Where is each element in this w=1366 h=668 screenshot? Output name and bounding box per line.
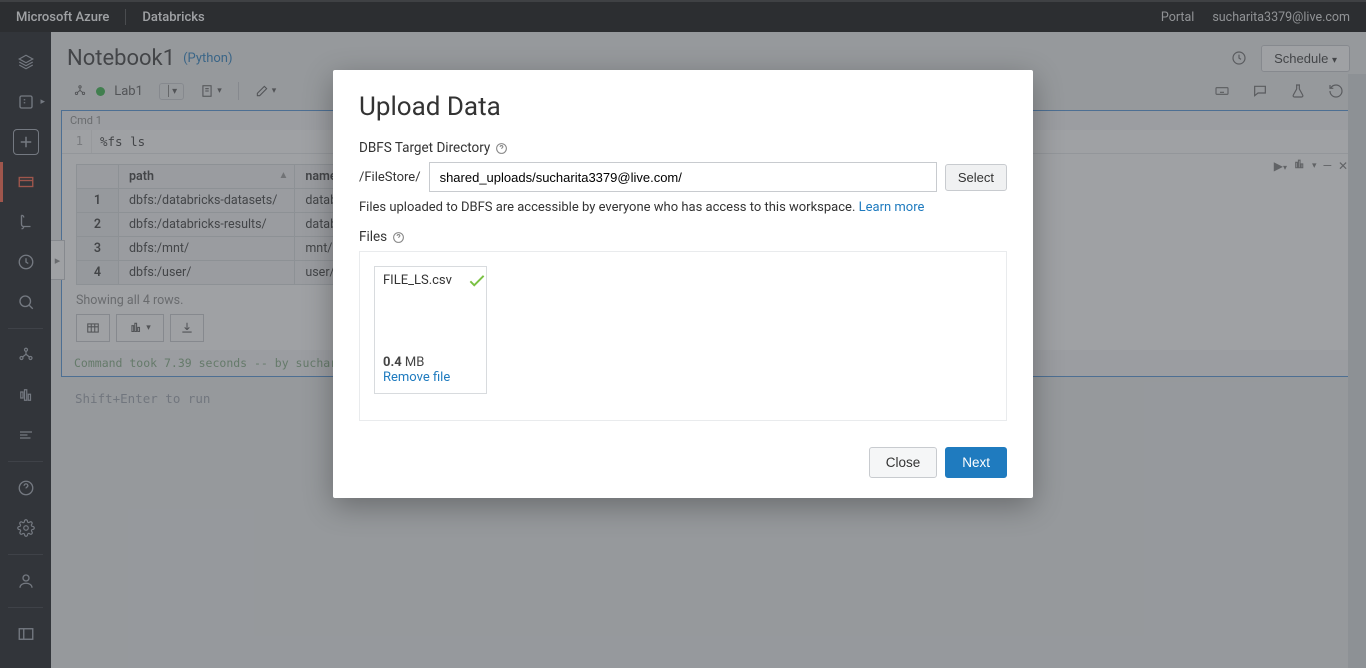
next-button[interactable]: Next bbox=[945, 447, 1007, 478]
learn-more-link[interactable]: Learn more bbox=[859, 200, 925, 215]
dbfs-dir-label: DBFS Target Directory bbox=[359, 140, 1007, 156]
file-name: FILE_LS.csv bbox=[383, 273, 478, 355]
dbfs-dir-input[interactable] bbox=[429, 162, 937, 192]
file-drop-area[interactable]: FILE_LS.csv 0.4 MB Remove file bbox=[359, 251, 1007, 421]
remove-file-link[interactable]: Remove file bbox=[383, 370, 478, 385]
select-button[interactable]: Select bbox=[945, 164, 1007, 191]
files-label: Files bbox=[359, 229, 1007, 245]
help-icon[interactable] bbox=[392, 231, 405, 244]
upload-note: Files uploaded to DBFS are accessible by… bbox=[359, 200, 1007, 215]
uploaded-file-card: FILE_LS.csv 0.4 MB Remove file bbox=[374, 266, 487, 394]
file-size: 0.4 MB bbox=[383, 355, 478, 370]
check-icon bbox=[466, 269, 488, 291]
dir-prefix: /FileStore/ bbox=[359, 170, 421, 185]
modal-title: Upload Data bbox=[359, 92, 1007, 122]
close-button[interactable]: Close bbox=[869, 447, 938, 478]
help-icon[interactable] bbox=[495, 142, 508, 155]
upload-data-modal: Upload Data DBFS Target Directory /FileS… bbox=[333, 70, 1033, 498]
